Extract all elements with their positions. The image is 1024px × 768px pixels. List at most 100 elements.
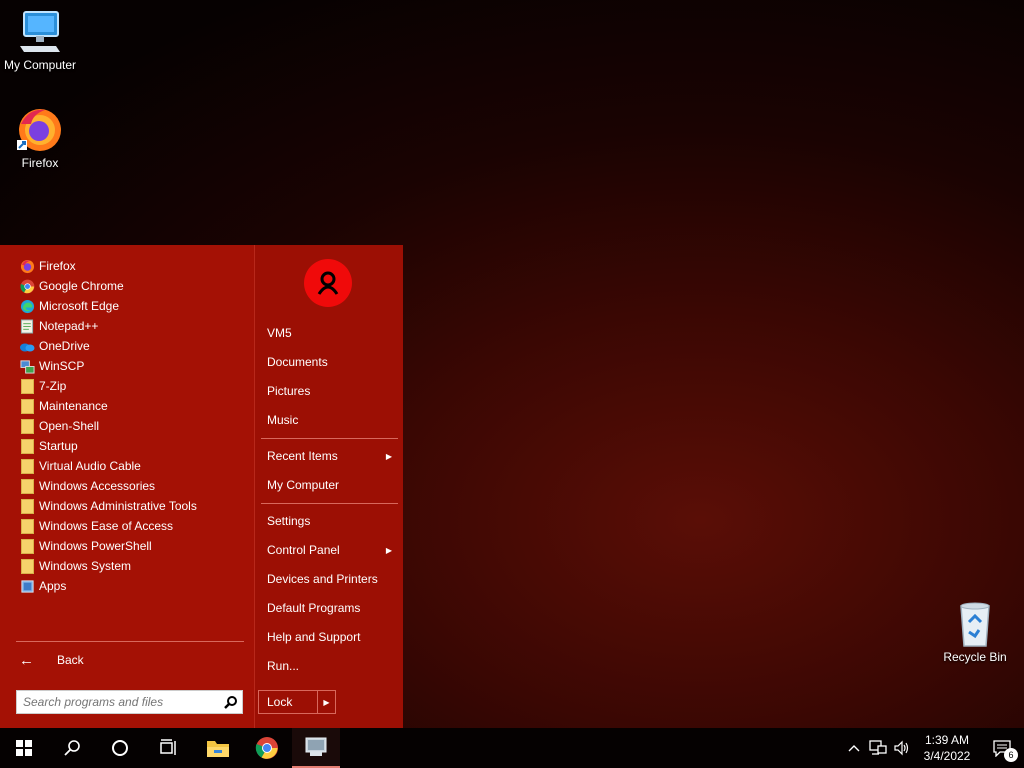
file-explorer-button[interactable] — [194, 728, 242, 768]
help-support-label: Help and Support — [267, 630, 361, 644]
control-panel-icon — [305, 737, 327, 756]
onedrive-icon — [18, 338, 36, 354]
folder-icon — [18, 458, 36, 474]
desktop-icon-firefox[interactable]: Firefox — [0, 104, 80, 170]
help-support-link[interactable]: Help and Support — [267, 626, 397, 648]
program-label: Windows PowerShell — [39, 539, 152, 553]
program-item[interactable]: Firefox — [14, 256, 246, 276]
program-label: Google Chrome — [39, 279, 124, 293]
pictures-link[interactable]: Pictures — [267, 380, 397, 402]
arrow-left-icon: ← — [19, 651, 34, 669]
control-panel-menu[interactable]: Control Panel ▶ — [267, 539, 397, 561]
folder-icon — [18, 558, 36, 574]
documents-link[interactable]: Documents — [267, 351, 397, 373]
program-item[interactable]: WinSCP — [14, 356, 246, 376]
chevron-up-icon[interactable] — [842, 728, 866, 768]
program-label: Maintenance — [39, 399, 108, 413]
music-link[interactable]: Music — [267, 409, 397, 431]
default-programs-link[interactable]: Default Programs — [267, 597, 397, 619]
cortana-button[interactable] — [96, 728, 144, 768]
settings-link[interactable]: Settings — [267, 510, 397, 532]
action-center-button[interactable]: 6 — [980, 728, 1024, 768]
program-label: Apps — [39, 579, 67, 593]
program-list: Firefox Google Chrome Microsoft Edge Notepa… — [14, 256, 246, 596]
program-item[interactable]: Windows Ease of Access — [14, 516, 246, 536]
taskbar: 1:39 AM 3/4/2022 6 — [0, 728, 1024, 768]
firefox-icon — [17, 109, 61, 151]
program-item[interactable]: Startup — [14, 436, 246, 456]
folder-icon — [18, 478, 36, 494]
recycle-bin-icon — [960, 602, 990, 647]
network-icon[interactable] — [866, 728, 890, 768]
devices-printers-label: Devices and Printers — [267, 572, 378, 586]
divider — [261, 503, 398, 504]
back-label: Back — [57, 653, 84, 667]
start-button[interactable] — [0, 728, 48, 768]
back-button[interactable]: ← Back — [16, 649, 84, 671]
chevron-right-icon: ▶ — [385, 545, 392, 555]
user-folder-link[interactable]: VM5 — [267, 322, 397, 344]
programs-pane: Firefox Google Chrome Microsoft Edge Notepa… — [0, 245, 254, 728]
folder-icon — [18, 398, 36, 414]
devices-printers-link[interactable]: Devices and Printers — [267, 568, 397, 590]
folder-icon — [207, 741, 229, 757]
program-label: Open-Shell — [39, 419, 100, 433]
recent-items-menu[interactable]: Recent Items ▶ — [267, 445, 397, 467]
program-item[interactable]: Windows Administrative Tools — [14, 496, 246, 516]
program-item[interactable]: Notepad++ — [14, 316, 246, 336]
user-avatar[interactable] — [304, 259, 352, 307]
lock-label: Lock — [267, 695, 293, 709]
search-button[interactable] — [48, 728, 96, 768]
search-input[interactable] — [17, 692, 220, 712]
task-view-button[interactable] — [144, 728, 192, 768]
control-panel-taskbar-button[interactable] — [292, 728, 340, 768]
cortana-icon — [112, 740, 128, 756]
user-name: VM5 — [267, 326, 292, 340]
divider — [16, 641, 244, 642]
pictures-label: Pictures — [267, 384, 311, 398]
divider — [261, 438, 398, 439]
program-item[interactable]: 7-Zip — [14, 376, 246, 396]
program-item[interactable]: Windows PowerShell — [14, 536, 246, 556]
program-item[interactable]: Windows Accessories — [14, 476, 246, 496]
my-computer-link[interactable]: My Computer — [267, 474, 397, 496]
program-label: OneDrive — [39, 339, 90, 353]
edge-icon — [18, 298, 36, 314]
program-item[interactable]: Google Chrome — [14, 276, 246, 296]
program-label: Virtual Audio Cable — [39, 459, 141, 473]
folder-icon — [18, 438, 36, 454]
program-item[interactable]: OneDrive — [14, 336, 246, 356]
computer-icon — [20, 11, 60, 52]
task-view-icon — [160, 739, 176, 755]
chrome-icon — [18, 278, 36, 294]
program-item[interactable]: Apps — [14, 576, 246, 596]
lock-button[interactable]: Lock ▶ — [258, 690, 336, 714]
run-link[interactable]: Run... — [267, 655, 397, 677]
notepadpp-icon — [18, 318, 36, 334]
program-item[interactable]: Maintenance — [14, 396, 246, 416]
volume-icon[interactable] — [890, 728, 914, 768]
folder-icon — [18, 498, 36, 514]
desktop-icon-recycle-bin[interactable]: Recycle Bin — [935, 600, 1015, 664]
search-icon[interactable] — [220, 691, 242, 713]
start-menu: Firefox Google Chrome Microsoft Edge Notepa… — [0, 245, 403, 728]
program-item[interactable]: Microsoft Edge — [14, 296, 246, 316]
folder-icon — [18, 538, 36, 554]
default-programs-label: Default Programs — [267, 601, 361, 615]
chevron-right-icon: ▶ — [385, 451, 392, 461]
desktop-icon-my-computer[interactable]: My Computer — [0, 8, 80, 72]
program-label: WinSCP — [39, 359, 85, 373]
program-label: Startup — [39, 439, 78, 453]
clock[interactable]: 1:39 AM 3/4/2022 — [914, 732, 980, 764]
desktop-icon-label: My Computer — [3, 58, 77, 72]
chrome-icon — [255, 737, 278, 759]
program-label: Windows Ease of Access — [39, 519, 174, 533]
run-label: Run... — [267, 659, 300, 673]
shutdown-options-button[interactable]: ▶ — [317, 691, 335, 713]
program-item[interactable]: Open-Shell — [14, 416, 246, 436]
windows-logo-icon — [16, 740, 32, 756]
program-item[interactable]: Virtual Audio Cable — [14, 456, 246, 476]
clock-time: 1:39 AM — [924, 733, 970, 747]
program-item[interactable]: Windows System — [14, 556, 246, 576]
chrome-taskbar-button[interactable] — [243, 728, 291, 768]
